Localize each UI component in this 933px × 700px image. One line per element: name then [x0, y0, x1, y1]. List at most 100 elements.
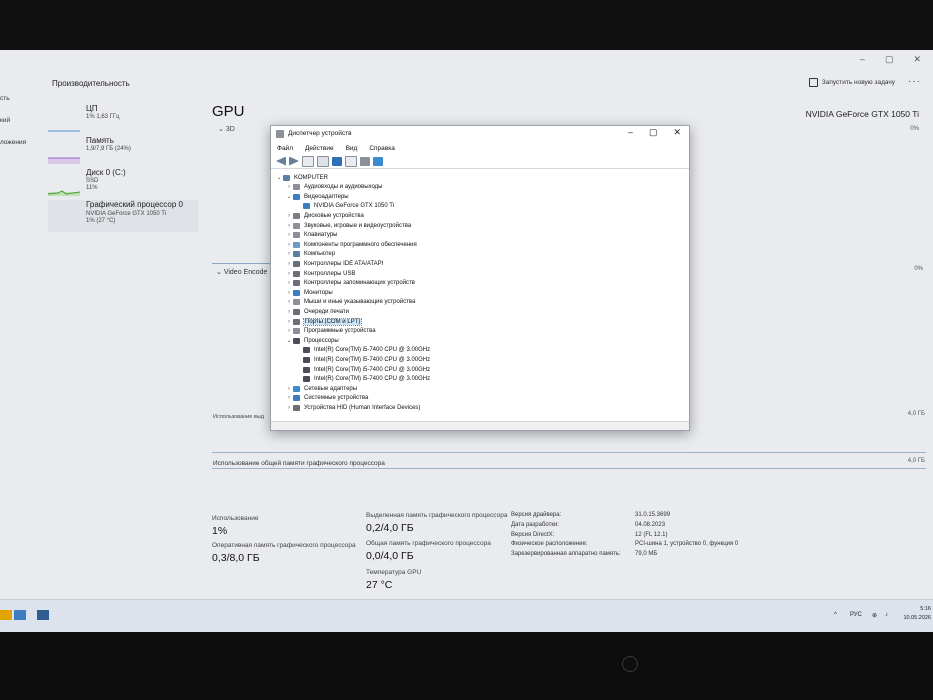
sidebar-name: Графический процессор 0 [86, 200, 183, 209]
tree-node[interactable]: › Контроллеры USB [285, 269, 355, 278]
tree-node[interactable]: › Звуковые, игровые и видеоустройства [285, 221, 411, 230]
chevron-down-icon[interactable]: ⌄ [285, 193, 293, 200]
disk-icon [293, 212, 300, 219]
monitor-bezel-bottom [0, 632, 933, 700]
chevron-right-icon[interactable]: › [285, 319, 293, 325]
sidebar-sub: 1% 1,63 ГГц [86, 114, 120, 120]
sidebar-item-gpu[interactable]: Графический процессор 0 NVIDIA GeForce G… [48, 200, 198, 232]
device-manager-window[interactable]: Диспетчер устройств – ▢ ✕ Файл Действие … [270, 125, 690, 431]
tree-node[interactable]: › Программные устройства [285, 327, 376, 336]
chevron-right-icon[interactable]: › [285, 232, 293, 238]
more-options-button[interactable]: ··· [908, 76, 921, 87]
chevron-right-icon[interactable]: › [285, 395, 293, 401]
tree-node[interactable]: › Системные устройства [285, 394, 368, 403]
device-manager-icon [276, 130, 284, 138]
graph-3d-label[interactable]: ⌄ 3D [218, 125, 235, 133]
minimize-button[interactable]: – [860, 54, 865, 65]
network-icon[interactable]: ⊕ [872, 612, 877, 619]
tree-node[interactable]: › Контроллеры запоминающих устройств [285, 279, 415, 288]
chevron-right-icon[interactable]: › [285, 299, 293, 305]
chevron-right-icon[interactable]: › [285, 213, 293, 219]
sidebar-item-memory[interactable]: Память 1,9/7,9 ГБ (24%) [48, 136, 198, 164]
menu-help[interactable]: Справка [369, 145, 395, 152]
tree-node[interactable]: › Мониторы [285, 288, 333, 297]
monitor-icon[interactable] [373, 156, 383, 166]
tree-node[interactable]: ⌄ KOMPUTER [275, 173, 328, 182]
mouse-icon [293, 299, 300, 306]
maximize-button[interactable]: ▢ [885, 54, 894, 65]
tree-node-label: Контроллеры USB [304, 270, 356, 277]
dm-close-button[interactable]: ✕ [673, 127, 681, 138]
clock[interactable]: 5:16 10.05.2026 [903, 605, 931, 623]
tree-node[interactable]: › Компоненты программного обеспечения [285, 240, 417, 249]
chevron-right-icon[interactable]: › [285, 280, 293, 286]
language-indicator[interactable]: РУС [850, 612, 862, 618]
menu-file[interactable]: Файл [277, 145, 293, 152]
video-encode-label[interactable]: ⌄ Video Encode [216, 268, 267, 276]
tree-node[interactable]: › Компьютер [285, 250, 335, 259]
stat-value: 0,3/8,0 ГБ [212, 552, 260, 564]
update-driver-icon[interactable] [345, 155, 357, 167]
chevron-right-icon[interactable]: › [285, 271, 293, 277]
tree-node[interactable]: ⌄ Процессоры [285, 336, 339, 345]
computer-icon [283, 174, 290, 181]
run-new-task-button[interactable]: Запустить новую задачу [808, 78, 895, 87]
forward-icon[interactable] [289, 156, 299, 166]
dm-minimize-button[interactable]: – [628, 127, 633, 138]
chevron-right-icon[interactable]: › [285, 261, 293, 267]
tree-node[interactable]: › Клавиатуры [285, 231, 337, 240]
menu-action[interactable]: Действие [305, 145, 334, 152]
performance-app-icon[interactable] [14, 610, 26, 620]
tree-node[interactable]: NVIDIA GeForce GTX 1050 Ti [295, 202, 394, 211]
chevron-right-icon[interactable]: › [285, 386, 293, 392]
tree-node[interactable]: Intel(R) Core(TM) i5-7400 CPU @ 3.00GHz [295, 355, 430, 364]
component-icon [293, 241, 300, 248]
chevron-down-icon[interactable]: ⌄ [275, 174, 283, 181]
video-encode-percent: 0% [914, 266, 923, 272]
close-button[interactable]: ✕ [913, 54, 921, 65]
tree-node[interactable]: › Аудиовходы и аудиовыходы [285, 183, 382, 192]
back-icon[interactable] [276, 156, 286, 166]
tree-node[interactable]: › Мыши и иные указывающие устройства [285, 298, 415, 307]
tree-node[interactable]: ⌄ Видеоадаптеры [285, 192, 349, 201]
chevron-up-icon[interactable]: ^ [834, 612, 837, 618]
info-row: Зарезервированная аппаратно память: 79,0 … [511, 551, 738, 561]
tree-node[interactable]: Intel(R) Core(TM) i5-7400 CPU @ 3.00GHz [295, 346, 430, 355]
dm-maximize-button[interactable]: ▢ [649, 127, 658, 138]
volume-icon[interactable]: ♪ [885, 612, 888, 618]
task-manager-icon[interactable] [37, 610, 49, 620]
chevron-right-icon[interactable]: › [285, 242, 293, 248]
power-button-icon [622, 656, 638, 672]
page-title: Производительность [52, 79, 130, 88]
shared-memory-label: Использование общей памяти графического … [213, 460, 385, 467]
file-explorer-icon[interactable] [0, 610, 12, 620]
nav-item[interactable]: ложения [0, 139, 40, 161]
tree-node[interactable]: › Очереди печати [285, 307, 349, 316]
sidebar-item-disk[interactable]: Диск 0 (C:) SSD 11% [47, 168, 198, 202]
properties-icon[interactable] [302, 155, 314, 167]
tree-node[interactable]: Intel(R) Core(TM) i5-7400 CPU @ 3.00GHz [295, 365, 430, 374]
tree-node[interactable]: › Контроллеры IDE ATA/ATAPI [285, 259, 383, 268]
show-hidden-icon[interactable] [317, 155, 329, 167]
tree-node[interactable]: Intel(R) Core(TM) i5-7400 CPU @ 3.00GHz [295, 375, 430, 384]
tree-node[interactable]: › Порты (COM и LPT) [285, 317, 363, 326]
dm-titlebar[interactable]: Диспетчер устройств – ▢ ✕ [271, 126, 689, 143]
nav-item[interactable]: кий [0, 117, 40, 139]
sidebar-item-cpu[interactable]: ЦП 1% 1,63 ГГц [48, 104, 198, 132]
scan-hardware-icon[interactable] [360, 156, 370, 166]
tree-node[interactable]: › Устройства HID (Human Interface Devices… [285, 403, 420, 412]
menu-view[interactable]: Вид [346, 145, 358, 152]
nav-item[interactable]: сть [0, 95, 40, 117]
help-icon[interactable] [332, 156, 342, 166]
chevron-right-icon[interactable]: › [285, 290, 293, 296]
chevron-down-icon[interactable]: ⌄ [285, 337, 293, 344]
tree-node[interactable]: › Сетевые адаптеры [285, 384, 357, 393]
chevron-right-icon[interactable]: › [285, 328, 293, 334]
chevron-right-icon[interactable]: › [285, 405, 293, 411]
chevron-right-icon[interactable]: › [285, 184, 293, 190]
chevron-right-icon[interactable]: › [285, 251, 293, 257]
chevron-right-icon[interactable]: › [285, 309, 293, 315]
chevron-right-icon[interactable]: › [285, 223, 293, 229]
cpu-thumb-graph [48, 130, 80, 132]
tree-node[interactable]: › Дисковые устройства [285, 211, 364, 220]
